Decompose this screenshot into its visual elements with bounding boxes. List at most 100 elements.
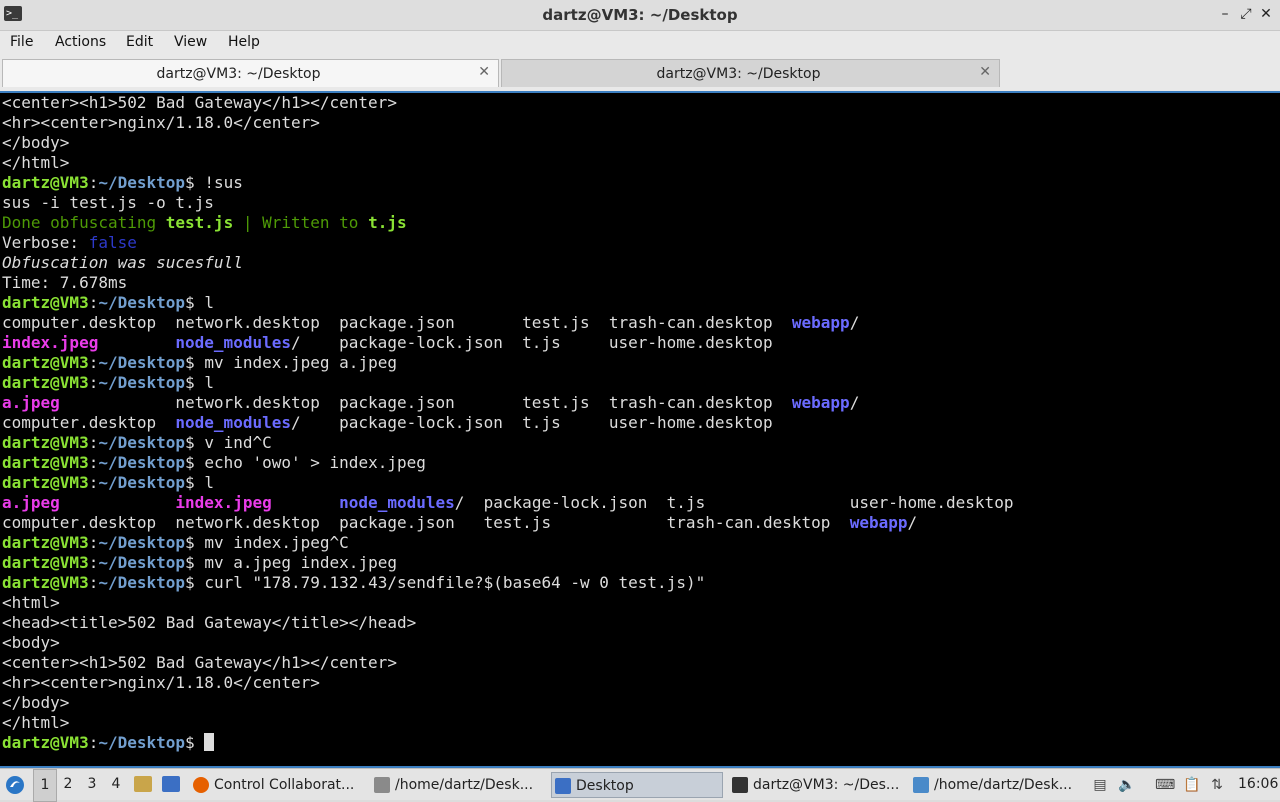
output-segment: false	[88, 233, 137, 252]
prompt-line: dartz@VM3:~/Desktop$	[2, 733, 1013, 753]
close-button[interactable]: ✕	[1257, 5, 1275, 23]
task-label: /home/dartz/Desk...	[395, 777, 534, 793]
prompt-symbol: $	[185, 733, 205, 752]
prompt-path: ~/Desktop	[98, 353, 186, 372]
desktop-launcher-icon[interactable]	[162, 769, 184, 800]
output-segment: / package-lock.json t.js user-home.deskt…	[290, 413, 773, 432]
network-icon[interactable]: ⇅	[1208, 776, 1226, 794]
output-segment: t.js	[368, 213, 407, 232]
clipboard-icon[interactable]: ▤	[1091, 776, 1109, 794]
prompt-user-host: dartz@VM3	[2, 573, 89, 592]
menu-edit[interactable]: Edit	[126, 34, 153, 50]
output-segment: node_modules	[175, 333, 291, 352]
start-menu-button[interactable]	[4, 769, 28, 800]
terminal-output[interactable]: <center><h1>502 Bad Gateway</h1></center…	[0, 91, 1280, 768]
prompt-user-host: dartz@VM3	[2, 373, 89, 392]
output-text: <head><title>502 Bad Gateway</title></he…	[2, 613, 417, 632]
prompt-sep: :	[88, 473, 99, 492]
task-label: dartz@VM3: ~/Des...	[753, 777, 900, 793]
task-firefox[interactable]: Control Collaborat...	[190, 772, 366, 798]
output-text: </html>	[2, 153, 70, 172]
output-segment: computer.desktop network.desktop package…	[2, 513, 850, 532]
output-line: </body>	[2, 693, 1013, 713]
output-segment: a.jpeg	[2, 393, 60, 412]
command-text: l	[204, 473, 214, 492]
prompt-line: dartz@VM3:~/Desktop$ l	[2, 373, 1013, 393]
volume-icon[interactable]: 🔈	[1118, 776, 1136, 794]
prompt-user-host: dartz@VM3	[2, 533, 89, 552]
command-text: l	[204, 293, 214, 312]
output-line: a.jpeg index.jpeg node_modules/ package-…	[2, 493, 1013, 513]
output-segment: webapp	[849, 513, 908, 532]
menu-file[interactable]: File	[10, 34, 33, 50]
output-text: Time: 7.678ms	[2, 273, 128, 292]
output-segment: / package-lock.json t.js user-home.deskt…	[454, 493, 1014, 512]
prompt-path: ~/Desktop	[98, 553, 186, 572]
keyboard-icon[interactable]: ⌨	[1155, 776, 1175, 794]
prompt-sep: :	[88, 733, 99, 752]
tab-terminal-2[interactable]: dartz@VM3: ~/Desktop ✕	[501, 59, 1000, 87]
workspace-4[interactable]: 4	[105, 769, 127, 800]
output-line: <hr><center>nginx/1.18.0</center>	[2, 673, 1013, 693]
output-segment: Done obfuscating	[2, 213, 166, 232]
menu-actions[interactable]: Actions	[55, 34, 106, 50]
workspace-3[interactable]: 3	[81, 769, 103, 800]
prompt-symbol: $	[185, 573, 205, 592]
output-line: computer.desktop network.desktop package…	[2, 513, 1013, 533]
prompt-sep: :	[88, 533, 99, 552]
output-line: Verbose: false	[2, 233, 1013, 253]
output-segment	[60, 493, 176, 512]
firefox-icon	[193, 777, 209, 793]
prompt-sep: :	[88, 173, 99, 192]
task-text-editor[interactable]: /home/dartz/Desk...	[371, 772, 547, 798]
maximize-button[interactable]: ⤢	[1237, 5, 1255, 23]
output-segment	[98, 333, 175, 352]
output-segment: webapp	[791, 393, 850, 412]
clock[interactable]: 16:06	[1238, 769, 1278, 800]
start-menu-icon	[6, 776, 24, 794]
tab-label: dartz@VM3: ~/Desktop	[656, 66, 821, 82]
prompt-user-host: dartz@VM3	[2, 433, 89, 452]
prompt-line: dartz@VM3:~/Desktop$ l	[2, 473, 1013, 493]
output-segment: webapp	[791, 313, 850, 332]
prompt-path: ~/Desktop	[98, 433, 186, 452]
task-terminal[interactable]: dartz@VM3: ~/Des...	[729, 772, 907, 798]
output-segment: node_modules	[339, 493, 455, 512]
command-text: echo 'owo' > index.jpeg	[204, 453, 426, 472]
window-title: dartz@VM3: ~/Desktop	[542, 6, 738, 24]
task-desktop-folder[interactable]: Desktop	[551, 772, 723, 798]
file-manager-launcher-icon[interactable]	[134, 769, 156, 800]
menu-bar: File Actions Edit View Help	[0, 31, 1280, 57]
prompt-path: ~/Desktop	[98, 573, 186, 592]
output-segment: /	[849, 313, 860, 332]
output-segment: computer.desktop network.desktop package…	[2, 313, 792, 332]
prompt-sep: :	[88, 553, 99, 572]
output-line: <html>	[2, 593, 1013, 613]
prompt-symbol: $	[185, 353, 205, 372]
menu-view[interactable]: View	[174, 34, 207, 50]
prompt-sep: :	[88, 373, 99, 392]
output-line: a.jpeg network.desktop package.json test…	[2, 393, 1013, 413]
workspace-2[interactable]: 2	[57, 769, 79, 800]
output-text: <html>	[2, 593, 60, 612]
command-text: l	[204, 373, 214, 392]
command-text: mv a.jpeg index.jpeg	[204, 553, 397, 572]
output-segment: computer.desktop	[2, 413, 176, 432]
output-text: <body>	[2, 633, 60, 652]
task-label: Desktop	[576, 778, 634, 794]
output-text: </body>	[2, 693, 70, 712]
title-bar[interactable]: >_ dartz@VM3: ~/Desktop – ⤢ ✕	[0, 0, 1280, 31]
output-segment: a.jpeg	[2, 493, 60, 512]
task-image-viewer[interactable]: /home/dartz/Desk...	[910, 772, 1086, 798]
tab-close-icon[interactable]: ✕	[979, 64, 991, 80]
clipboard-manager-icon[interactable]: 📋	[1183, 776, 1201, 794]
command-text: mv index.jpeg^C	[204, 533, 349, 552]
workspace-1[interactable]: 1	[33, 769, 57, 802]
output-line: computer.desktop network.desktop package…	[2, 313, 1013, 333]
tab-close-icon[interactable]: ✕	[478, 64, 490, 80]
output-segment: index.jpeg	[2, 333, 99, 352]
menu-help[interactable]: Help	[228, 34, 260, 50]
tab-terminal-1[interactable]: dartz@VM3: ~/Desktop ✕	[2, 59, 499, 87]
prompt-path: ~/Desktop	[98, 473, 186, 492]
minimize-button[interactable]: –	[1216, 5, 1234, 23]
